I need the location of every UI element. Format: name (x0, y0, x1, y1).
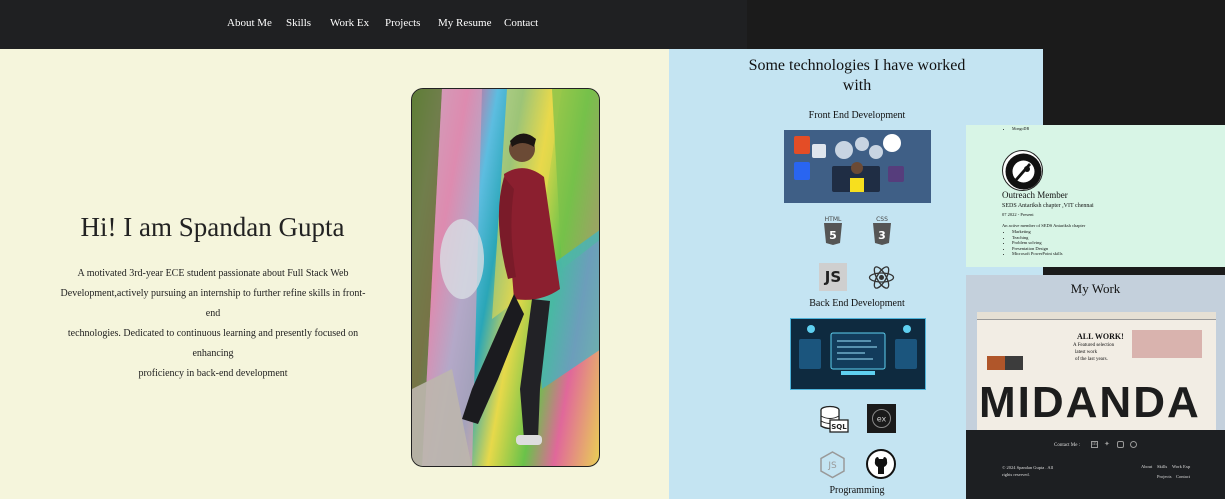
work-preview-big-text: MIDANDA (979, 378, 1201, 427)
top-navigation: About Me Skills Work Ex Projects My Resu… (0, 0, 747, 49)
html5-icon-label: HTML (825, 216, 842, 223)
github-footer-icon[interactable] (1130, 441, 1137, 448)
html5-icon-shape: HTML 5 (824, 216, 842, 245)
front-end-illustration (784, 130, 931, 203)
express-icon: ex (867, 404, 896, 433)
svg-text:5: 5 (829, 229, 837, 242)
footer-social-icons: in ✦ (1091, 441, 1141, 450)
footer-link-about[interactable]: About (1141, 464, 1152, 469)
github-icon (866, 449, 896, 479)
programming-label: Programming (829, 485, 885, 496)
profile-photo-illustration (412, 89, 599, 466)
work-preview[interactable]: ALL WORK! A Featured selection latest wo… (977, 312, 1216, 430)
css3-icon-shape: CSS 3 (873, 216, 891, 245)
work-preview-thumb (1132, 330, 1202, 358)
technologies-title: Some technologies I have worked with (719, 56, 995, 96)
sql-icon-label: SQL (831, 423, 847, 431)
hero-description: A motivated 3rd-year ECE student passion… (57, 264, 369, 384)
javascript-icon: JS (819, 263, 847, 291)
back-end-label: Back End Development (809, 298, 905, 309)
express-icon-shape: ex (872, 409, 891, 428)
nodejs-icon-shape: JS (820, 451, 845, 479)
list-item: MongoDB (1012, 126, 1029, 131)
sql-database-icon-shape: SQL (820, 405, 849, 433)
footer-contact-label: Contact Me : (1054, 443, 1081, 448)
nav-about-me[interactable]: About Me (227, 17, 272, 29)
footer-link-skills[interactable]: Skills (1157, 464, 1167, 469)
technologies-title-line: Some technologies I have worked (748, 57, 966, 74)
work-preview-heading: ALL WORK! (1077, 332, 1124, 341)
work-preview-subtitle: A Featured selection (1073, 343, 1115, 348)
react-icon (867, 263, 896, 292)
github-icon-shape (866, 449, 896, 479)
profile-photo (411, 88, 600, 467)
footer-copyright: © 2024 Spandan Gupta . All (1002, 465, 1054, 470)
my-work-title: My Work (1070, 281, 1121, 296)
resume-role: Outreach Member (1002, 190, 1068, 200)
css3-icon-label: CSS (876, 216, 888, 223)
resume-skills-list: Marketing Teaching Problem solving Prese… (1012, 229, 1063, 257)
express-icon-label: ex (877, 415, 887, 424)
hero-panel (0, 0, 747, 499)
nodejs-icon: JS (818, 450, 847, 479)
hero-title: Hi! I am Spandan Gupta (80, 212, 345, 242)
work-preview-thumb (1005, 356, 1023, 370)
technologies-title-line: with (842, 77, 872, 94)
nav-contact[interactable]: Contact (504, 17, 538, 29)
footer-link-projects[interactable]: Projects (1157, 474, 1172, 479)
work-preview-subtitle: latest work (1075, 350, 1098, 355)
seds-logo-art (1005, 153, 1042, 190)
nav-work-ex[interactable]: Work Ex (330, 17, 369, 29)
front-end-illustration-art (794, 134, 904, 192)
svg-text:3: 3 (878, 229, 886, 242)
hero-description-line: Development,actively pursuing an interns… (60, 288, 366, 319)
resume-dates: 07 2022 - Present (1002, 212, 1034, 217)
twitter-icon[interactable]: ✦ (1104, 441, 1111, 448)
react-icon-shape (868, 266, 895, 289)
hero-description-line: A motivated 3rd-year ECE student passion… (77, 268, 349, 279)
css3-icon: CSS 3 (869, 214, 895, 246)
resume-organization: SEDS Antariksh chapter ,VIT chennai (1002, 203, 1094, 209)
nav-projects[interactable]: Projects (385, 17, 420, 29)
list-item: Microsoft PowerPoint skills (1012, 251, 1063, 257)
nav-my-resume[interactable]: My Resume (438, 17, 491, 29)
front-end-label: Front End Development (808, 110, 906, 121)
back-end-illustration (790, 318, 926, 390)
work-preview-subtitle: of the last years. (1075, 357, 1108, 362)
resume-top-list: MongoDB (1012, 126, 1029, 131)
nav-skills[interactable]: Skills (286, 17, 311, 29)
hero-description-line: proficiency in back-end development (138, 368, 288, 379)
html5-icon: HTML 5 (820, 214, 846, 246)
instagram-icon[interactable] (1117, 441, 1124, 448)
resume-summary: An active member of SEDS Antariksh chapt… (1002, 223, 1086, 228)
seds-logo (1002, 150, 1043, 191)
footer-link-contact[interactable]: Contact (1176, 474, 1190, 479)
hero-description-line: technologies. Dedicated to continuous le… (67, 328, 359, 359)
svg-text:JS: JS (827, 461, 837, 471)
sql-database-icon: SQL (819, 404, 849, 434)
footer-link-work-exp[interactable]: Work Exp (1172, 464, 1190, 469)
work-preview-header (977, 312, 1216, 320)
back-end-illustration-art (799, 325, 917, 375)
footer-copyright: rights reserved. (1002, 472, 1030, 477)
work-preview-thumb (987, 356, 1005, 370)
linkedin-icon[interactable]: in (1091, 441, 1098, 448)
